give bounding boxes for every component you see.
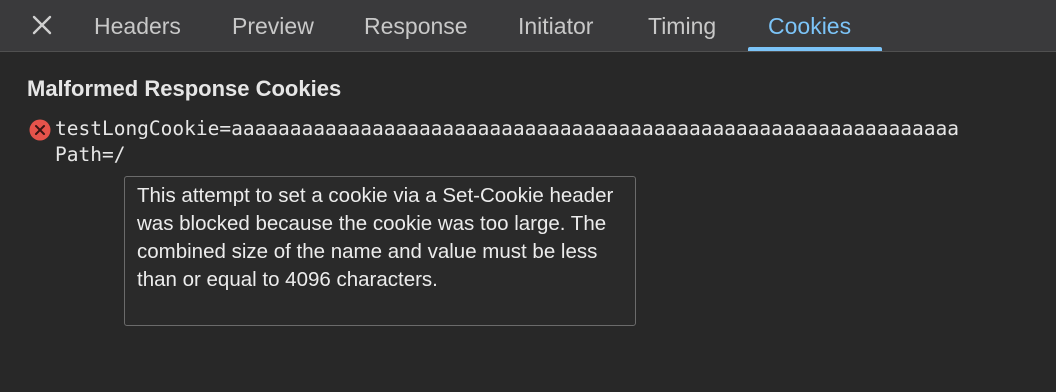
section-title: Malformed Response Cookies (27, 76, 342, 101)
tab-cookies[interactable]: Cookies (768, 0, 851, 51)
blocked-reason-tooltip: This attempt to set a cookie via a Set-C… (124, 176, 636, 326)
tab-headers[interactable]: Headers (94, 0, 181, 51)
tab-response[interactable]: Response (364, 0, 468, 51)
active-tab-indicator (748, 47, 882, 51)
close-button[interactable] (28, 11, 56, 39)
cookie-value-line: testLongCookie=aaaaaaaaaaaaaaaaaaaaaaaaa… (55, 117, 959, 140)
cookie-attribute-line: Path=/ (55, 143, 126, 166)
tab-bar: Headers Preview Response Initiator Timin… (0, 0, 1056, 52)
close-icon (32, 15, 52, 35)
tab-preview[interactable]: Preview (232, 0, 314, 51)
tab-timing[interactable]: Timing (648, 0, 716, 51)
network-detail-panel: Headers Preview Response Initiator Timin… (0, 0, 1056, 392)
error-circle-icon (29, 119, 51, 141)
tab-initiator[interactable]: Initiator (518, 0, 593, 51)
